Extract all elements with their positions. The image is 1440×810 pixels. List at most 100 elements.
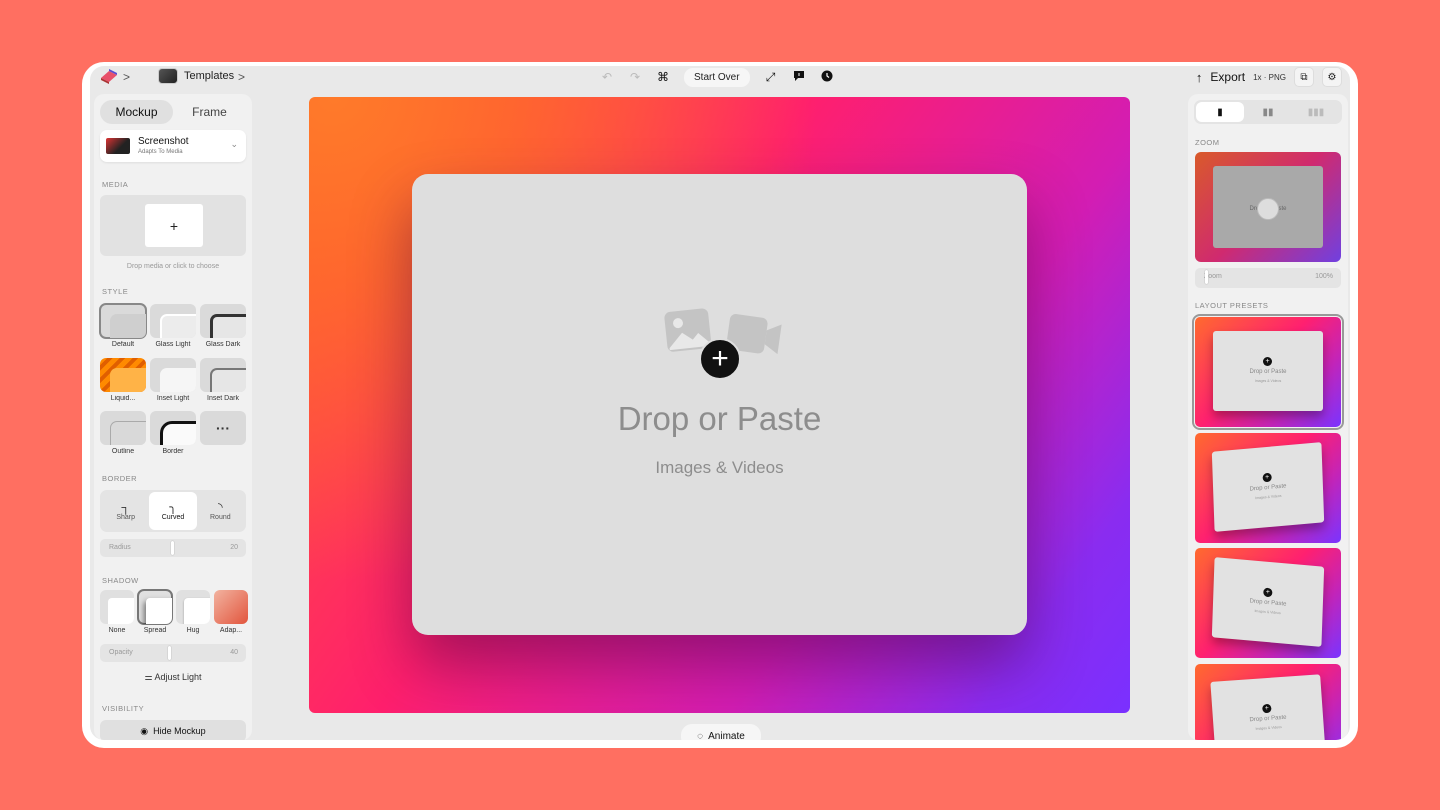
zoom-slider-value: 100% bbox=[1315, 273, 1333, 280]
export-arrow-icon[interactable]: ↑ bbox=[1196, 70, 1203, 85]
style-label: Inset Dark bbox=[207, 395, 239, 402]
style-default[interactable]: Default bbox=[99, 303, 147, 348]
style-swatch bbox=[150, 304, 196, 338]
layout-preset[interactable]: + Drop or Paste Images & Videos bbox=[1195, 548, 1341, 658]
border-sharp-button[interactable]: ┐ Sharp bbox=[102, 492, 149, 530]
topbar-center: ↶ ↷ ⌘ Start Over ⤢ bbox=[600, 66, 834, 88]
border-section-label: BORDER bbox=[102, 474, 138, 483]
single-layout-icon[interactable]: ▮ bbox=[1196, 102, 1244, 122]
hide-mockup-button[interactable]: ◉ Hide Mockup bbox=[100, 720, 246, 740]
radius-slider-handle[interactable] bbox=[171, 541, 174, 555]
eye-icon: ◉ bbox=[140, 725, 149, 736]
add-media-circle-button[interactable]: + bbox=[699, 338, 741, 380]
media-section-label: MEDIA bbox=[102, 180, 129, 189]
opacity-value: 40 bbox=[230, 649, 238, 656]
opacity-slider[interactable]: Opacity 40 bbox=[100, 644, 246, 662]
chevron-right-icon: > bbox=[238, 70, 246, 84]
border-curved-button[interactable]: ╮ Curved bbox=[149, 492, 197, 530]
style-label: Border bbox=[162, 448, 184, 455]
style-glass-light[interactable]: Glass Light bbox=[150, 304, 196, 348]
adjust-light-button[interactable]: ⚌ Adjust Light bbox=[94, 672, 252, 683]
history-icon[interactable] bbox=[820, 70, 834, 85]
style-swatch bbox=[200, 304, 246, 338]
media-drop-zone[interactable]: + bbox=[100, 195, 246, 256]
copy-icon[interactable]: ⧉ bbox=[1294, 67, 1314, 87]
shadow-none[interactable]: None bbox=[100, 590, 134, 634]
export-format[interactable]: 1x · PNG bbox=[1253, 73, 1286, 82]
more-styles-button[interactable]: ··· bbox=[200, 411, 246, 445]
settings-sliders-icon[interactable]: ⚙ bbox=[1322, 67, 1342, 87]
animate-icon: ◌ bbox=[697, 730, 704, 741]
shadow-spread[interactable]: Spread bbox=[137, 589, 173, 634]
comment-icon[interactable] bbox=[792, 70, 806, 85]
radius-label: Radius bbox=[109, 544, 131, 551]
shadow-hug[interactable]: Hug bbox=[176, 590, 210, 634]
layout-preset[interactable]: + Drop or Paste Images & Videos bbox=[1195, 433, 1341, 543]
preset-card: + Drop or Paste Images & Videos bbox=[1211, 442, 1325, 532]
visibility-section-label: VISIBILITY bbox=[102, 704, 145, 713]
shadow-swatch bbox=[137, 589, 173, 625]
shadow-swatch bbox=[176, 590, 210, 624]
zoom-focus-handle[interactable] bbox=[1257, 198, 1279, 220]
preset-subtitle: Images & Videos bbox=[1254, 379, 1282, 383]
opacity-slider-handle[interactable] bbox=[168, 646, 171, 660]
export-button[interactable]: Export bbox=[1210, 70, 1245, 84]
layout-preset[interactable]: + Drop or Paste Images & Videos bbox=[1192, 314, 1344, 430]
style-glass-dark[interactable]: Glass Dark bbox=[200, 304, 246, 348]
preset-card: + Drop or Paste Images & Videos bbox=[1210, 674, 1326, 740]
corner-round-icon: ◝ bbox=[217, 500, 223, 514]
app-window: > Templates > ↶ ↷ ⌘ Start Over ⤢ ↑ Expor… bbox=[90, 66, 1350, 740]
expand-icon[interactable]: ⤢ bbox=[764, 70, 778, 85]
style-inset-light[interactable]: Inset Light bbox=[150, 358, 196, 402]
layout-preset[interactable]: + Drop or Paste Images & Videos bbox=[1195, 664, 1341, 740]
style-inset-dark[interactable]: Inset Dark bbox=[200, 358, 246, 402]
shadow-label: None bbox=[108, 627, 126, 634]
zoom-preview[interactable]: Drop or Paste bbox=[1195, 152, 1341, 262]
chevron-right-icon: > bbox=[123, 70, 131, 84]
style-label: Inset Light bbox=[156, 395, 190, 402]
animate-label: Animate bbox=[708, 730, 745, 741]
animate-button[interactable]: ◌ Animate bbox=[681, 724, 761, 740]
shadow-adaptive[interactable]: Adap... bbox=[214, 590, 248, 634]
undo-icon[interactable]: ↶ bbox=[600, 70, 614, 84]
tab-frame[interactable]: Frame bbox=[173, 100, 246, 124]
redo-icon[interactable]: ↷ bbox=[628, 70, 642, 84]
preset-card: + Drop or Paste Images & Videos bbox=[1213, 331, 1323, 411]
zoom-slider-handle[interactable] bbox=[1205, 270, 1208, 284]
shadow-label: Adap... bbox=[219, 627, 243, 634]
triple-layout-icon[interactable]: ▮▮▮ bbox=[1292, 102, 1340, 122]
command-icon[interactable]: ⌘ bbox=[656, 70, 670, 84]
more-icon: ··· bbox=[200, 411, 246, 445]
style-label: Default bbox=[111, 341, 135, 348]
style-border[interactable]: Border bbox=[150, 411, 196, 455]
topbar-right: ↑ Export 1x · PNG ⧉ ⚙ bbox=[1196, 66, 1342, 88]
template-thumbnail[interactable] bbox=[158, 68, 178, 84]
double-layout-icon[interactable]: ▮▮ bbox=[1244, 102, 1292, 122]
mockup-drop-card[interactable]: + Drop or Paste Images & Videos bbox=[412, 174, 1027, 635]
zoom-slider[interactable]: Zoom 100% bbox=[1195, 268, 1341, 288]
templates-link[interactable]: Templates bbox=[184, 70, 234, 82]
style-liquid[interactable]: Liquid... bbox=[100, 358, 146, 402]
device-select[interactable]: Screenshot Adapts To Media ⌄ bbox=[100, 130, 246, 162]
app-logo-icon[interactable] bbox=[100, 68, 118, 84]
start-over-button[interactable]: Start Over bbox=[684, 67, 750, 87]
style-section-label: STYLE bbox=[102, 287, 129, 296]
style-outline[interactable]: Outline bbox=[100, 411, 146, 455]
zoom-section-label: ZOOM bbox=[1195, 138, 1220, 147]
style-swatch bbox=[99, 303, 147, 339]
plus-icon: + bbox=[1263, 587, 1273, 598]
shadow-swatch bbox=[100, 590, 134, 624]
topbar-left: > Templates > bbox=[90, 66, 252, 90]
border-options: ┐ Sharp ╮ Curved ◝ Round bbox=[100, 490, 246, 532]
radius-slider[interactable]: Radius 20 bbox=[100, 539, 246, 557]
style-label: Glass Dark bbox=[205, 341, 241, 348]
window-frame: > Templates > ↶ ↷ ⌘ Start Over ⤢ ↑ Expor… bbox=[82, 62, 1358, 748]
layout-presets-label: LAYOUT PRESETS bbox=[1195, 301, 1269, 310]
border-option-label: Curved bbox=[161, 514, 185, 521]
add-media-button[interactable]: + bbox=[145, 204, 203, 247]
style-swatch bbox=[100, 411, 146, 445]
tab-mockup[interactable]: Mockup bbox=[100, 100, 173, 124]
canvas[interactable]: + Drop or Paste Images & Videos bbox=[309, 97, 1130, 713]
border-round-button[interactable]: ◝ Round bbox=[197, 492, 244, 530]
plus-icon: + bbox=[1263, 357, 1272, 366]
